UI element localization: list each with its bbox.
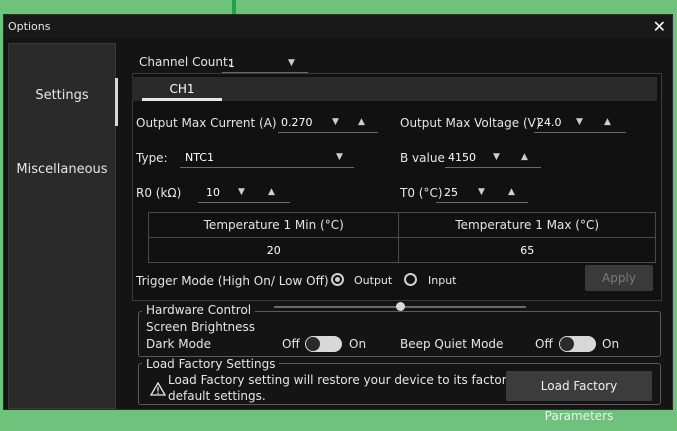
dark-mode-off-label: Off xyxy=(282,337,300,351)
close-icon[interactable]: ✕ xyxy=(653,17,672,36)
radio-output[interactable] xyxy=(331,273,344,286)
factory-settings-legend: Load Factory Settings xyxy=(142,357,280,371)
sidebar-item-miscellaneous[interactable]: Miscellaneous xyxy=(9,162,115,177)
trigger-mode-label: Trigger Mode (High On/ Low Off) xyxy=(136,274,329,288)
r0-label: R0 (kΩ) xyxy=(136,186,182,200)
temperature-table: Temperature 1 Min (°C) Temperature 1 Max… xyxy=(147,212,656,263)
sidebar-item-label: Miscellaneous xyxy=(16,162,108,177)
factory-warning-line1: Load Factory setting will restore your d… xyxy=(168,373,514,387)
type-value: NTC1 xyxy=(185,151,214,164)
tab-ch1[interactable]: CH1 xyxy=(142,77,222,101)
chevron-up-icon[interactable]: ▲ xyxy=(521,152,528,162)
t0-spinner[interactable]: 25 ▼ ▲ xyxy=(436,183,528,203)
chevron-up-icon[interactable]: ▲ xyxy=(604,117,611,127)
dark-mode-label: Dark Mode xyxy=(146,337,211,351)
select-underline xyxy=(180,167,354,168)
chevron-down-icon[interactable]: ▼ xyxy=(576,117,583,127)
sidebar-item-settings[interactable]: Settings xyxy=(9,78,118,126)
channel-count-label: Channel Count: xyxy=(139,55,232,69)
r0-value: 10 xyxy=(206,186,220,199)
table-row: 20 65 xyxy=(147,237,656,263)
max-current-label: Output Max Current (A) xyxy=(136,116,277,130)
spinner-underline xyxy=(436,202,528,203)
temp-min-cell[interactable]: 20 xyxy=(147,237,400,263)
hardware-control-legend: Hardware Control xyxy=(142,303,256,317)
beep-quiet-toggle[interactable] xyxy=(559,336,596,352)
r0-spinner[interactable]: 10 ▼ ▲ xyxy=(198,183,290,203)
max-voltage-label: Output Max Voltage (V) xyxy=(400,116,541,130)
title-bar: Options ✕ xyxy=(4,15,672,38)
beep-quiet-on-label: On xyxy=(602,337,620,351)
chevron-down-icon[interactable]: ▼ xyxy=(332,117,339,127)
sidebar-item-label: Settings xyxy=(35,88,89,103)
active-tab-indicator xyxy=(142,98,222,101)
channel-count-value: 1 xyxy=(228,57,235,70)
table-header-min: Temperature 1 Min (°C) xyxy=(147,212,400,238)
warning-icon xyxy=(150,382,166,396)
chevron-up-icon[interactable]: ▲ xyxy=(358,117,365,127)
window-title: Options xyxy=(8,20,51,33)
chevron-up-icon[interactable]: ▲ xyxy=(268,187,275,197)
tab-bar: CH1 xyxy=(132,77,657,101)
temp-max-cell[interactable]: 65 xyxy=(398,237,656,263)
sidebar: Settings Miscellaneous xyxy=(8,43,118,409)
factory-warning-line2: default settings. xyxy=(168,389,266,403)
table-header-row: Temperature 1 Min (°C) Temperature 1 Max… xyxy=(147,212,656,238)
chevron-down-icon: ▼ xyxy=(288,58,295,68)
brightness-slider-thumb[interactable] xyxy=(395,302,405,311)
tab-label: CH1 xyxy=(169,82,195,96)
options-window: Options ✕ Settings Miscellaneous Channel… xyxy=(3,14,673,423)
screen-brightness-label: Screen Brightness xyxy=(146,320,255,334)
settings-content: Channel Count: 1 ▼ CH1 Output Max Curren… xyxy=(122,39,670,423)
dark-mode-on-label: On xyxy=(349,337,367,351)
chevron-down-icon[interactable]: ▼ xyxy=(493,152,500,162)
b-value-spinner[interactable]: 4150 ▼ ▲ xyxy=(445,148,541,168)
spinner-underline xyxy=(445,167,541,168)
apply-button[interactable]: Apply xyxy=(585,265,653,291)
t0-value: 25 xyxy=(444,186,458,199)
radio-output-label: Output xyxy=(354,274,393,287)
accent-line xyxy=(232,0,236,14)
dark-mode-toggle[interactable] xyxy=(305,336,342,352)
b-value-label: B value xyxy=(400,151,445,165)
beep-quiet-label: Beep Quiet Mode xyxy=(400,337,504,351)
load-factory-parameters-button[interactable]: Load Factory Parameters xyxy=(506,371,652,423)
chevron-up-icon[interactable]: ▲ xyxy=(508,187,515,197)
type-label: Type: xyxy=(136,151,168,165)
max-current-spinner[interactable]: 0.270 ▼ ▲ xyxy=(278,113,378,133)
radio-input-label: Input xyxy=(428,274,457,287)
channel-count-select[interactable]: 1 ▼ xyxy=(222,53,308,73)
table-header-max: Temperature 1 Max (°C) xyxy=(398,212,656,238)
type-select[interactable]: NTC1 ▼ xyxy=(180,148,354,168)
spinner-underline xyxy=(198,202,290,203)
spinner-underline xyxy=(534,132,626,133)
chevron-down-icon[interactable]: ▼ xyxy=(478,187,485,197)
max-voltage-spinner[interactable]: 24.0 ▼ ▲ xyxy=(534,113,626,133)
max-voltage-value: 24.0 xyxy=(537,116,562,129)
toggle-knob xyxy=(560,337,574,351)
beep-quiet-off-label: Off xyxy=(535,337,553,351)
chevron-down-icon[interactable]: ▼ xyxy=(238,187,245,197)
b-value-value: 4150 xyxy=(448,151,476,164)
radio-input[interactable] xyxy=(404,273,417,286)
spinner-underline xyxy=(278,132,378,133)
max-current-value: 0.270 xyxy=(281,116,313,129)
chevron-down-icon: ▼ xyxy=(336,152,343,162)
toggle-knob xyxy=(306,337,320,351)
